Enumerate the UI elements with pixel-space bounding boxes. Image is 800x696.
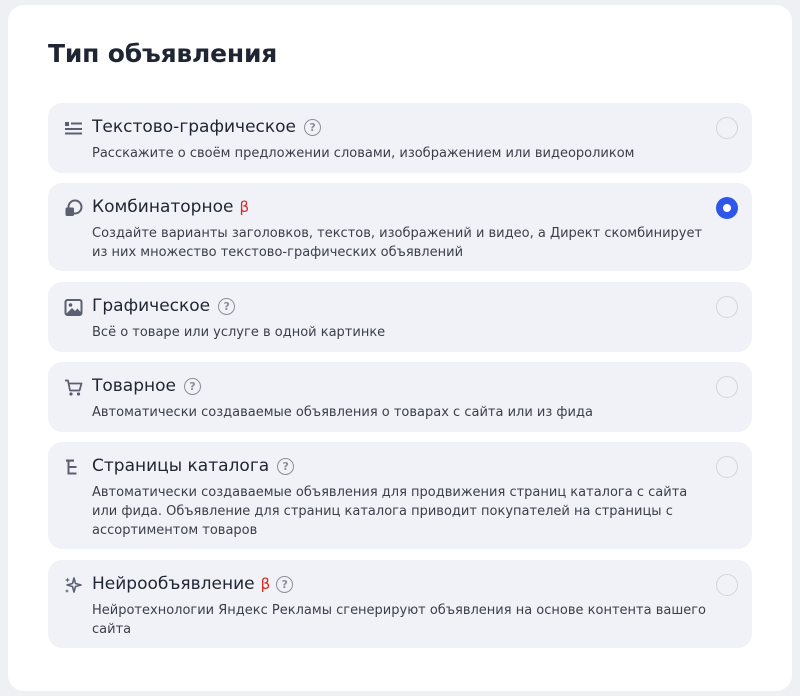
- option-label: Нейрообъявление: [92, 574, 255, 594]
- help-icon[interactable]: ?: [304, 118, 322, 136]
- option-description: Создайте варианты заголовков, текстов, и…: [92, 226, 703, 260]
- sparkle-icon: [64, 576, 83, 595]
- option-text-graphic[interactable]: Текстово-графическое ? Расскажите о своё…: [48, 103, 752, 173]
- option-radio[interactable]: [716, 296, 738, 318]
- help-icon[interactable]: ?: [276, 575, 294, 593]
- option-title: Комбинаторное β: [92, 197, 249, 217]
- help-icon[interactable]: ?: [277, 457, 295, 475]
- option-neuro[interactable]: Нейрообъявление β ? Нейротехнологии Янде…: [48, 560, 752, 648]
- beta-badge: β: [260, 575, 271, 593]
- option-label: Графическое: [92, 296, 211, 316]
- option-radio[interactable]: [716, 574, 738, 596]
- option-label: Страницы каталога: [92, 456, 270, 476]
- option-title: Страницы каталога ?: [92, 456, 295, 476]
- help-icon[interactable]: ?: [218, 297, 236, 315]
- option-catalog-pages[interactable]: Страницы каталога ? Автоматически создав…: [48, 442, 752, 549]
- option-radio[interactable]: [716, 376, 738, 398]
- option-description: Расскажите о своём предложении словами, …: [92, 146, 635, 161]
- option-description: Автоматически создаваемые объявления для…: [92, 485, 688, 538]
- option-label: Текстово-графическое: [92, 117, 297, 137]
- ad-type-panel: Тип объявления Текстово-графическое ? Ра…: [8, 5, 792, 691]
- option-product[interactable]: Товарное ? Автоматически создаваемые объ…: [48, 362, 752, 432]
- option-title: Товарное ?: [92, 376, 201, 396]
- option-radio[interactable]: [716, 117, 738, 139]
- option-label: Товарное: [92, 376, 176, 396]
- combinatorial-icon: [64, 199, 83, 218]
- section-title: Тип объявления: [48, 39, 278, 68]
- option-description: Нейротехнологии Яндекс Рекламы сгенериру…: [92, 603, 706, 637]
- option-description: Автоматически создаваемые объявления о т…: [92, 405, 593, 420]
- option-combinatorial[interactable]: Комбинаторное β Создайте варианты заголо…: [48, 183, 752, 271]
- option-radio-selected[interactable]: [716, 197, 738, 219]
- help-icon[interactable]: ?: [184, 377, 201, 395]
- option-label: Комбинаторное: [92, 197, 234, 217]
- catalog-tree-icon: [64, 458, 83, 477]
- beta-badge: β: [239, 198, 250, 216]
- option-description: Всё о товаре или услуге в одной картинке: [92, 325, 386, 340]
- cart-icon: [64, 378, 83, 397]
- text-graphic-icon: [64, 119, 83, 138]
- image-icon: [64, 298, 83, 317]
- option-title: Текстово-графическое ?: [92, 117, 322, 137]
- option-title: Нейрообъявление β ?: [92, 574, 294, 594]
- option-radio[interactable]: [716, 456, 738, 478]
- option-title: Графическое ?: [92, 296, 236, 316]
- option-graphic[interactable]: Графическое ? Всё о товаре или услуге в …: [48, 282, 752, 352]
